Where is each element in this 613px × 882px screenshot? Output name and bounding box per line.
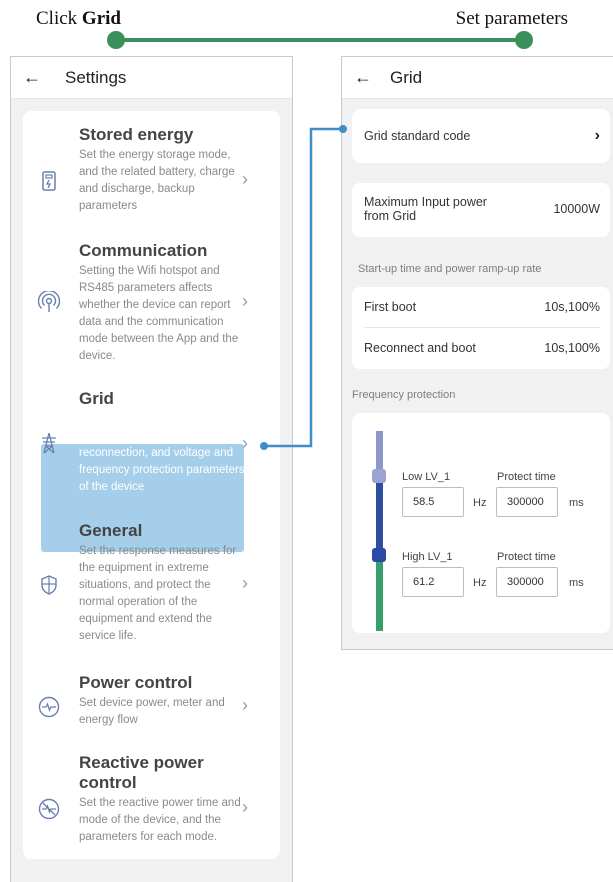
low-lv-unit: Hz <box>473 497 487 509</box>
low-protect-time-unit: ms <box>569 497 584 509</box>
chevron-right-icon: › <box>242 169 248 189</box>
arrow-left-icon[interactable]: ← <box>23 67 45 88</box>
chevron-right-icon: › <box>242 695 248 715</box>
chevron-right-icon: › <box>594 127 600 144</box>
settings-menu-card: Stored energy Set the energy storage mod… <box>23 111 280 859</box>
menu-item-title: Stored energy <box>79 125 194 144</box>
menu-item-title: Communication <box>79 241 208 260</box>
high-lv-unit: Hz <box>473 577 487 589</box>
menu-item-text: Stored energy Set the energy storage mod… <box>79 125 249 215</box>
low-slider-handle <box>372 469 386 483</box>
frequency-section-title: Frequency protection <box>352 389 456 401</box>
reconnect-row[interactable]: Reconnect and boot 10s,100% <box>364 341 600 355</box>
settings-topbar: ← Settings <box>11 57 292 99</box>
step-2-dot <box>515 31 533 49</box>
menu-item-grid[interactable]: Grid Set the power grid standard code, p… <box>23 389 280 499</box>
settings-screen: ← Settings Stored energy Set the energy … <box>10 56 293 882</box>
frequency-protection-card: Low LV_1 Protect time 58.5 Hz 300000 ms … <box>352 413 610 633</box>
max-input-power-value: 10000W <box>553 202 600 216</box>
first-boot-value: 10s,100% <box>544 300 600 314</box>
chevron-right-icon: › <box>242 573 248 593</box>
first-boot-row[interactable]: First boot 10s,100% <box>364 300 600 314</box>
high-protect-time-label: Protect time <box>497 551 556 563</box>
step-1-dot <box>107 31 125 49</box>
high-lv-input[interactable]: 61.2 <box>402 567 464 597</box>
menu-item-desc: Set the reactive power time and mode of … <box>79 797 241 843</box>
arrow-left-icon[interactable]: ← <box>354 67 376 88</box>
menu-item-text: Reactive power control Set the reactive … <box>79 753 249 846</box>
menu-item-title: Power control <box>79 673 193 692</box>
menu-item-desc: Set device power, meter and energy flow <box>79 697 225 726</box>
grid-standard-code-label: Grid standard code <box>364 129 471 143</box>
chevron-right-icon: › <box>242 433 248 453</box>
menu-item-title: Grid <box>79 389 114 408</box>
grid-topbar: ← Grid <box>342 57 613 99</box>
step-1-bold: Grid <box>81 8 121 29</box>
page-title: Settings <box>65 67 127 87</box>
high-protect-time-unit: ms <box>569 577 584 589</box>
step-2-label: Set parameters <box>455 8 568 29</box>
high-slider-handle <box>372 548 386 562</box>
startup-section-title: Start-up time and power ramp-up rate <box>358 263 542 275</box>
grid-standard-code-row[interactable]: Grid standard code › <box>352 109 610 163</box>
low-protect-time-input[interactable]: 300000 <box>496 487 558 517</box>
reconnect-label: Reconnect and boot <box>364 341 476 355</box>
chevron-right-icon: › <box>242 797 248 817</box>
max-input-power-label: Maximum Input power from Grid <box>364 195 487 223</box>
frequency-slider[interactable] <box>370 431 390 631</box>
signal-icon <box>37 290 61 315</box>
chevron-right-icon: › <box>242 291 248 311</box>
menu-item-text: Power control Set device power, meter an… <box>79 673 249 729</box>
shield-icon <box>37 573 61 597</box>
low-lv-input[interactable]: 58.5 <box>402 487 464 517</box>
page-title: Grid <box>390 67 423 87</box>
battery-icon <box>37 169 61 193</box>
step-1-label: Click Grid <box>36 8 121 29</box>
menu-item-communication[interactable]: Communication Setting the Wifi hotspot a… <box>23 241 280 371</box>
menu-item-power-control[interactable]: Power control Set device power, meter an… <box>23 673 280 743</box>
menu-item-desc: Set the power grid standard code, power-… <box>79 413 245 493</box>
low-lv-label: Low LV_1 <box>402 471 451 483</box>
menu-item-desc: Set the energy storage mode, and the rel… <box>79 149 235 212</box>
menu-item-title: General <box>79 521 143 540</box>
power-tower-icon <box>37 431 61 455</box>
menu-item-text: Grid Set the power grid standard code, p… <box>79 389 249 496</box>
max-input-power-row[interactable]: Maximum Input power from Grid 10000W <box>352 183 610 237</box>
step-progress-line <box>117 38 524 42</box>
divider <box>364 327 600 328</box>
low-protect-time-label: Protect time <box>497 471 556 483</box>
pulse-icon <box>37 695 61 719</box>
menu-item-title: Reactive power control <box>79 753 204 792</box>
first-boot-label: First boot <box>364 300 417 314</box>
startup-card: First boot 10s,100% Reconnect and boot 1… <box>352 287 610 369</box>
menu-item-stored-energy[interactable]: Stored energy Set the energy storage mod… <box>23 125 280 235</box>
menu-item-text: General Set the response measures for th… <box>79 521 249 645</box>
high-lv-label: High LV_1 <box>402 551 453 563</box>
menu-item-text: Communication Setting the Wifi hotspot a… <box>79 241 249 365</box>
grid-screen: ← Grid Grid standard code › Maximum Inpu… <box>341 56 613 650</box>
menu-item-reactive-power[interactable]: Reactive power control Set the reactive … <box>23 753 280 853</box>
menu-item-general[interactable]: General Set the response measures for th… <box>23 521 280 651</box>
high-protect-time-input[interactable]: 300000 <box>496 567 558 597</box>
reactive-power-icon <box>37 797 61 821</box>
menu-item-desc: Setting the Wifi hotspot and RS485 param… <box>79 265 239 362</box>
reconnect-value: 10s,100% <box>544 341 600 355</box>
menu-item-desc: Set the response measures for the equipm… <box>79 545 237 642</box>
